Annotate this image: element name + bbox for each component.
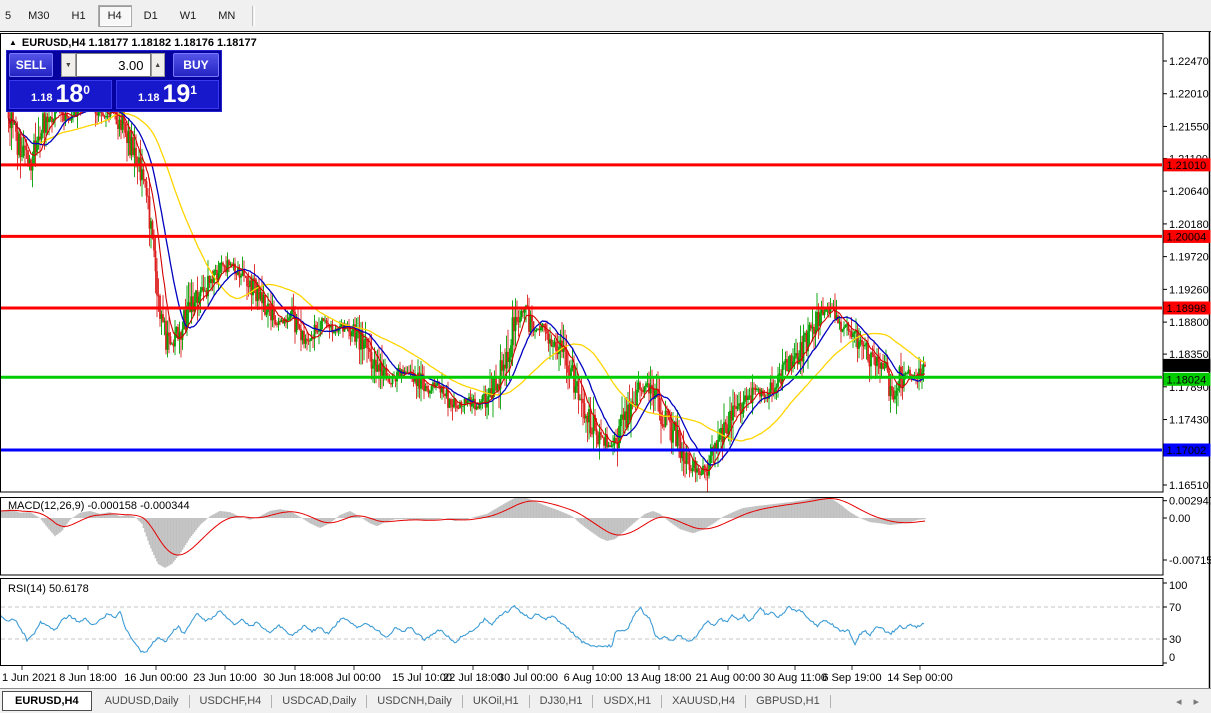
macd-tick-label: -0.007151 bbox=[1169, 555, 1211, 567]
time-tick-label: 21 Aug 00:00 bbox=[696, 672, 761, 684]
tab-gbpusd-h1[interactable]: GBPUSD,H1 bbox=[746, 692, 830, 710]
volume-increase-button[interactable]: ▲ bbox=[151, 53, 165, 77]
volume-input[interactable]: 3.00 bbox=[76, 53, 151, 77]
rsi-tick-label: 100 bbox=[1169, 580, 1187, 592]
price-tick-label: 1.21550 bbox=[1169, 121, 1209, 133]
tab-dj30-h1[interactable]: DJ30,H1 bbox=[530, 692, 593, 710]
price-tick-label: 1.16510 bbox=[1169, 480, 1209, 492]
time-tick-label: 1 Jun 2021 bbox=[2, 672, 56, 684]
timeframe-h1-button[interactable]: H1 bbox=[62, 5, 96, 27]
time-tick-label: 6 Sep 19:00 bbox=[822, 672, 881, 684]
one-click-trading-panel: SELL ▼ 3.00 ▲ BUY 1.18 18 0 1.18 19 1 bbox=[6, 50, 222, 112]
sell-price-pipette: 0 bbox=[83, 83, 90, 97]
price-tick-label: 1.20640 bbox=[1169, 186, 1209, 198]
time-tick-label: 8 Jul 00:00 bbox=[327, 672, 381, 684]
buy-price-pipette: 1 bbox=[190, 83, 197, 97]
tab-audusd-daily[interactable]: AUDUSD,Daily bbox=[95, 692, 189, 710]
tabs-scroll-left-icon[interactable]: ◂ bbox=[1176, 695, 1182, 708]
price-tick-label: 1.17430 bbox=[1169, 415, 1209, 427]
price-level-badge: 1.20004 bbox=[1164, 230, 1211, 244]
tab-ukoil-h1[interactable]: UKOil,H1 bbox=[463, 692, 529, 710]
timeframe-mn-button[interactable]: MN bbox=[208, 5, 245, 27]
price-tick-label: 1.19260 bbox=[1169, 284, 1209, 296]
timeframe-toolbar: 5 M30 H1 H4 D1 W1 MN bbox=[0, 0, 1211, 31]
window-frame-line bbox=[0, 31, 1211, 32]
trade-panel-top-row: SELL ▼ 3.00 ▲ BUY bbox=[9, 53, 219, 77]
chart-window: 1.224701.220101.215501.211001.206401.201… bbox=[0, 32, 1211, 688]
collapse-triangle-icon: ▲ bbox=[9, 38, 17, 47]
price-level-badge: 1.18998 bbox=[1164, 301, 1211, 315]
tabs-scroll-right-icon[interactable]: ▸ bbox=[1193, 695, 1199, 708]
buy-button[interactable]: BUY bbox=[173, 53, 219, 77]
tab-scroll-arrows: ◂ ▸ bbox=[1176, 695, 1199, 708]
time-tick-label: 23 Jun 10:00 bbox=[193, 672, 257, 684]
price-tick-label: 1.22470 bbox=[1169, 56, 1209, 68]
price-level-badge: 1.18024 bbox=[1164, 373, 1211, 387]
svg-text:1.18998: 1.18998 bbox=[1167, 303, 1207, 315]
timeframe-m5-button[interactable]: 5 bbox=[0, 5, 16, 27]
chart-title-text: EURUSD,H4 1.18177 1.18182 1.18176 1.1817… bbox=[22, 37, 257, 49]
toolbar-separator bbox=[252, 6, 255, 26]
sell-price-box[interactable]: 1.18 18 0 bbox=[9, 80, 112, 109]
macd-tick-label: 0.00 bbox=[1169, 513, 1190, 525]
time-tick-label: 13 Aug 18:00 bbox=[627, 672, 692, 684]
price-chart-svg: 1.224701.220101.215501.211001.206401.201… bbox=[0, 32, 1211, 688]
price-level-badge: 1.21010 bbox=[1164, 158, 1211, 172]
time-tick-label: 6 Aug 10:00 bbox=[564, 672, 623, 684]
tab-usdchf-h4[interactable]: USDCHF,H4 bbox=[190, 692, 272, 710]
tab-separator bbox=[830, 695, 831, 708]
tab-usdcnh-daily[interactable]: USDCNH,Daily bbox=[367, 692, 462, 710]
time-tick-label: 14 Sep 00:00 bbox=[887, 672, 952, 684]
price-tick-label: 1.18800 bbox=[1169, 317, 1209, 329]
time-tick-label: 22 Jul 18:00 bbox=[443, 672, 503, 684]
svg-text:1.17002: 1.17002 bbox=[1167, 445, 1207, 457]
volume-decrease-button[interactable]: ▼ bbox=[61, 53, 75, 77]
trade-panel-price-row: 1.18 18 0 1.18 19 1 bbox=[9, 80, 219, 109]
rsi-tick-label: 30 bbox=[1169, 634, 1181, 646]
timeframe-m30-button[interactable]: M30 bbox=[18, 5, 59, 27]
macd-tick-label: 0.002947 bbox=[1169, 496, 1211, 508]
svg-text:1.21010: 1.21010 bbox=[1167, 160, 1207, 172]
price-tick-label: 1.22010 bbox=[1169, 89, 1209, 101]
time-tick-label: 8 Jun 18:00 bbox=[59, 672, 117, 684]
macd-label: MACD(12,26,9) -0.000158 -0.000344 bbox=[8, 500, 190, 512]
mt4-window: 5 M30 H1 H4 D1 W1 MN 1.22470 1.22010 1.215… bbox=[0, 0, 1211, 713]
buy-price-box[interactable]: 1.18 19 1 bbox=[116, 80, 219, 109]
rsi-label: RSI(14) 50.6178 bbox=[8, 583, 89, 595]
timeframe-h4-button[interactable]: H4 bbox=[98, 5, 132, 27]
tab-usdx-h1[interactable]: USDX,H1 bbox=[593, 692, 661, 710]
sell-price-prefix: 1.18 bbox=[31, 92, 52, 104]
price-level-badge: 1.17002 bbox=[1164, 443, 1211, 457]
price-tick-label: 1.19720 bbox=[1169, 252, 1209, 264]
price-tick-label: 1.20180 bbox=[1169, 219, 1209, 231]
tab-eurusd-h4[interactable]: EURUSD,H4 bbox=[2, 691, 92, 711]
rsi-tick-label: 0 bbox=[1169, 652, 1175, 664]
rsi-tick-label: 70 bbox=[1169, 602, 1181, 614]
buy-price-prefix: 1.18 bbox=[138, 92, 159, 104]
time-tick-label: 30 Aug 11:00 bbox=[763, 672, 827, 684]
chart-ohlc-title: ▲ EURUSD,H4 1.18177 1.18182 1.18176 1.181… bbox=[9, 37, 257, 49]
sell-button[interactable]: SELL bbox=[9, 53, 53, 77]
svg-text:1.18177: 1.18177 bbox=[1167, 360, 1207, 372]
svg-text:1.20004: 1.20004 bbox=[1167, 231, 1207, 243]
buy-price-big-digits: 19 bbox=[162, 81, 190, 108]
time-tick-label: 30 Jun 18:00 bbox=[263, 672, 327, 684]
time-tick-label: 16 Jun 00:00 bbox=[124, 672, 188, 684]
timeframe-w1-button[interactable]: W1 bbox=[170, 5, 207, 27]
svg-text:1.18024: 1.18024 bbox=[1167, 374, 1207, 386]
sell-price-big-digits: 18 bbox=[55, 81, 83, 108]
tab-xauusd-h4[interactable]: XAUUSD,H4 bbox=[662, 692, 745, 710]
time-tick-label: 30 Jul 00:00 bbox=[498, 672, 558, 684]
timeframe-d1-button[interactable]: D1 bbox=[134, 5, 168, 27]
chart-tabs-bar: EURUSD,H4 AUDUSD,Daily USDCHF,H4 USDCAD,… bbox=[0, 688, 1211, 713]
price-level-badge: 1.18177 bbox=[1164, 359, 1211, 373]
tab-usdcad-daily[interactable]: USDCAD,Daily bbox=[272, 692, 366, 710]
time-axis: 1 Jun 20218 Jun 18:00 16 Jun 00:00 23 Jun … bbox=[2, 666, 953, 684]
